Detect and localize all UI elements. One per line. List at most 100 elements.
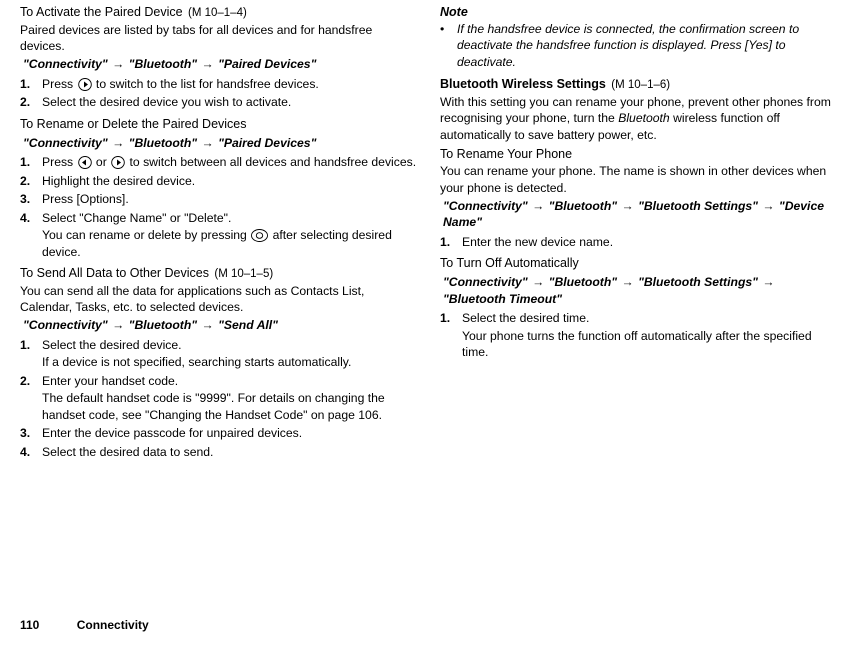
steps-list: 1. Enter the new device name. (440, 233, 838, 251)
path-seg: "Bluetooth Timeout" (443, 292, 562, 306)
manual-page: To Activate the Paired Device (M 10–1–4)… (0, 0, 858, 465)
path-seg: "Connectivity" (443, 275, 528, 289)
note-heading: Note (440, 4, 838, 21)
section-rename-delete: To Rename or Delete the Paired Devices "… (20, 116, 418, 261)
steps-list: 1. Press to switch to the list for hands… (20, 75, 418, 112)
step-text: Enter the device passcode for unpaired d… (42, 425, 418, 441)
body-text: You can rename your phone. The name is s… (440, 163, 838, 196)
left-column: To Activate the Paired Device (M 10–1–4)… (20, 4, 418, 465)
nav-path: "Connectivity" → "Bluetooth" → "Bluetoot… (443, 274, 838, 307)
step-text: Select the desired device. (42, 337, 418, 353)
left-key-icon (78, 156, 92, 169)
section-bt-settings: Bluetooth Wireless Settings (M 10–1–6) W… (440, 76, 838, 143)
right-key-icon (78, 78, 92, 91)
page-number: 110 (20, 618, 39, 632)
heading: To Send All Data to Other Devices (20, 266, 209, 280)
path-seg: "Bluetooth Settings" (638, 199, 758, 213)
step: 2. Select the desired device you wish to… (20, 93, 418, 111)
arrow-icon: → (620, 275, 634, 289)
arrow-icon: → (111, 57, 125, 71)
nav-path: "Connectivity" → "Bluetooth" → "Paired D… (23, 56, 418, 72)
step: 3. Press [Options]. (20, 190, 418, 208)
step: 1. Select the desired time. Your phone t… (440, 309, 838, 361)
path-seg: "Connectivity" (443, 199, 528, 213)
step-text: to switch to the list for handsfree devi… (93, 77, 319, 91)
body-text: Paired devices are listed by tabs for al… (20, 22, 418, 55)
right-key-icon (111, 156, 125, 169)
steps-list: 1. Select the desired time. Your phone t… (440, 309, 838, 361)
body-text: With this setting you can rename your ph… (440, 94, 838, 143)
arrow-icon: → (531, 199, 545, 213)
heading: To Activate the Paired Device (20, 5, 183, 19)
path-seg: "Send All" (218, 318, 278, 332)
arrow-icon: → (620, 199, 634, 213)
step-text: or (93, 155, 111, 169)
path-seg: "Connectivity" (23, 136, 108, 150)
center-key-icon (251, 229, 268, 242)
heading: To Rename or Delete the Paired Devices (20, 117, 247, 131)
section-rename-phone: To Rename Your Phone You can rename your… (440, 146, 838, 251)
step-text: Select the desired time. (462, 310, 838, 326)
path-seg: "Bluetooth" (129, 136, 197, 150)
step-text: Select the desired data to send. (42, 444, 418, 460)
step-subtext: You can rename or delete by pressing (42, 228, 250, 242)
nav-path: "Connectivity" → "Bluetooth" → "Paired D… (23, 135, 418, 151)
steps-list: 1. Press or to switch between all device… (20, 153, 418, 261)
heading: To Turn Off Automatically (440, 256, 579, 270)
step-text: Highlight the desired device. (42, 173, 418, 189)
nav-path: "Connectivity" → "Bluetooth" → "Bluetoot… (443, 198, 838, 231)
step-text: Select "Change Name" or "Delete". (42, 210, 418, 226)
menu-code: (M 10–1–4) (188, 7, 247, 19)
arrow-icon: → (111, 136, 125, 150)
nav-path: "Connectivity" → "Bluetooth" → "Send All… (23, 317, 418, 333)
step-text: Press (42, 77, 77, 91)
arrow-icon: → (761, 275, 775, 289)
path-seg: "Bluetooth" (129, 318, 197, 332)
section-send-all: To Send All Data to Other Devices (M 10–… (20, 265, 418, 461)
step: 1. Press or to switch between all device… (20, 153, 418, 171)
step-text: Enter your handset code. (42, 373, 418, 389)
step-text: Select the desired device you wish to ac… (42, 94, 418, 110)
path-seg: "Bluetooth" (549, 275, 617, 289)
step: 3. Enter the device passcode for unpaire… (20, 424, 418, 442)
step-subtext: Your phone turns the function off automa… (462, 328, 838, 361)
step-text: Enter the new device name. (462, 234, 838, 250)
footer-section: Connectivity (77, 618, 149, 632)
arrow-icon: → (531, 275, 545, 289)
text-italic: Bluetooth (618, 111, 670, 125)
right-column: Note • If the handsfree device is connec… (440, 4, 838, 465)
section-activate-paired: To Activate the Paired Device (M 10–1–4)… (20, 4, 418, 112)
step: 1. Press to switch to the list for hands… (20, 75, 418, 93)
path-seg: "Bluetooth Settings" (638, 275, 758, 289)
step-text: Press (42, 155, 77, 169)
menu-code: (M 10–1–6) (611, 79, 670, 91)
bullet-icon: • (440, 21, 457, 70)
path-seg: "Paired Devices" (218, 57, 316, 71)
arrow-icon: → (761, 199, 775, 213)
step: 2. Highlight the desired device. (20, 172, 418, 190)
arrow-icon: → (111, 318, 125, 332)
note-block: Note • If the handsfree device is connec… (440, 4, 838, 70)
page-footer: 110 Connectivity (20, 617, 149, 633)
arrow-icon: → (200, 136, 214, 150)
menu-code: (M 10–1–5) (214, 268, 273, 280)
step: 4. Select "Change Name" or "Delete". You… (20, 209, 418, 261)
path-seg: "Connectivity" (23, 57, 108, 71)
heading: Bluetooth Wireless Settings (440, 77, 606, 91)
section-turn-off-auto: To Turn Off Automatically "Connectivity"… (440, 255, 838, 361)
path-seg: "Bluetooth" (549, 199, 617, 213)
steps-list: 1. Select the desired device. If a devic… (20, 336, 418, 461)
note-text: If the handsfree device is connected, th… (457, 21, 838, 70)
body-text: You can send all the data for applicatio… (20, 283, 418, 316)
step-text: to switch between all devices and handsf… (126, 155, 416, 169)
step-subtext: The default handset code is "9999". For … (42, 390, 418, 423)
step-subtext: If a device is not specified, searching … (42, 354, 418, 370)
path-seg: "Bluetooth" (129, 57, 197, 71)
arrow-icon: → (200, 318, 214, 332)
heading: To Rename Your Phone (440, 147, 572, 161)
step: 2. Enter your handset code. The default … (20, 372, 418, 424)
step-text: Press [Options]. (42, 191, 418, 207)
step: 4. Select the desired data to send. (20, 443, 418, 461)
arrow-icon: → (200, 57, 214, 71)
path-seg: "Connectivity" (23, 318, 108, 332)
